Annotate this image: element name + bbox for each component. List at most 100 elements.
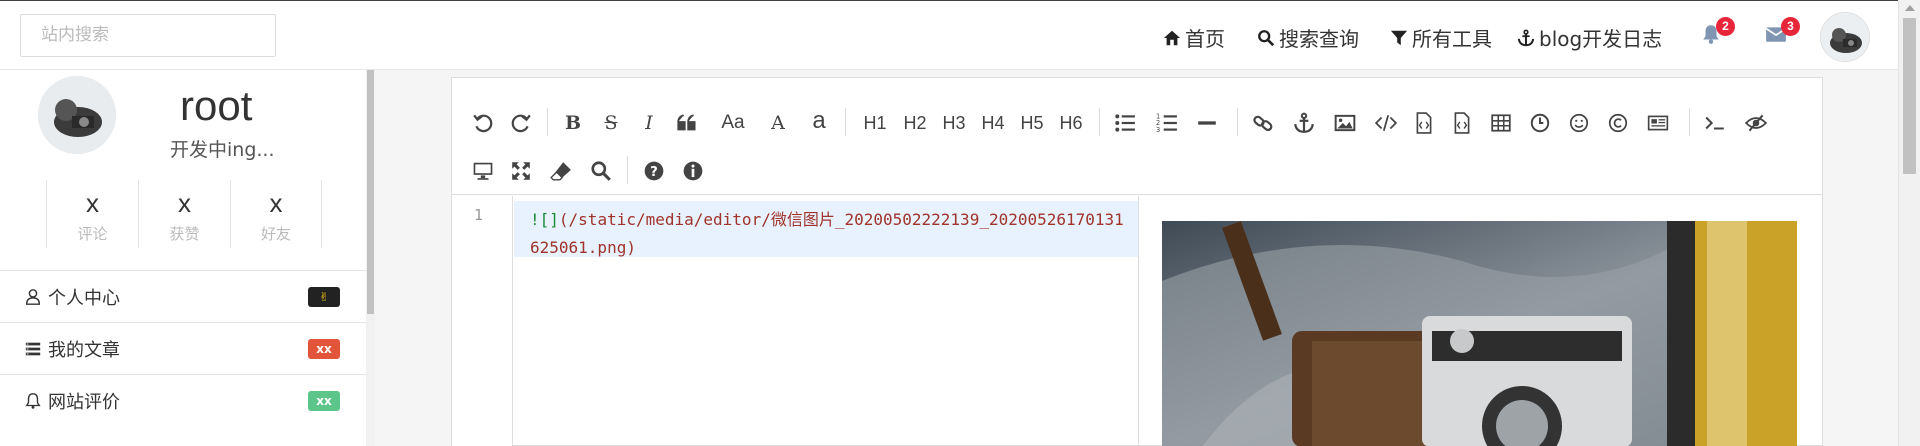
bold-button[interactable]: B bbox=[560, 108, 586, 138]
menu-badge: xx bbox=[308, 339, 340, 359]
toolbar-divider bbox=[1689, 108, 1690, 136]
html-entities-button[interactable] bbox=[1605, 108, 1631, 138]
menu-badge: ✌ bbox=[308, 287, 340, 307]
h4-button[interactable]: H4 bbox=[978, 108, 1008, 138]
profile-motto: 开发中ing... bbox=[170, 139, 275, 161]
h2-label: H2 bbox=[903, 112, 927, 133]
profile-avatar[interactable] bbox=[38, 76, 116, 154]
messages-button[interactable]: 3 bbox=[1765, 17, 1800, 49]
strikethrough-button[interactable]: S bbox=[598, 108, 624, 138]
watch-toggle-button[interactable] bbox=[1743, 108, 1769, 138]
link-button[interactable] bbox=[1250, 108, 1276, 138]
stat-comments-value: x bbox=[86, 188, 99, 218]
undo-icon bbox=[473, 114, 493, 133]
expand-icon bbox=[512, 162, 530, 180]
quote-button[interactable] bbox=[674, 108, 700, 138]
h5-button[interactable]: H5 bbox=[1017, 108, 1047, 138]
sidebar-item-personal-center[interactable]: 个人中心 ✌ bbox=[0, 270, 366, 322]
site-search-input[interactable]: 站内搜索 bbox=[20, 14, 276, 57]
stat-comments-label: 评论 bbox=[77, 225, 108, 243]
nav-search-link[interactable]: 搜索查询 bbox=[1257, 23, 1359, 52]
sidebar-menu: 个人中心 ✌ 我的文章 xx 网站评价 xx bbox=[0, 270, 366, 426]
toolbar-divider bbox=[1099, 108, 1100, 136]
image-markup-path: (/static/media/editor/微信图片_2020050222213… bbox=[530, 210, 1124, 257]
toolbar-divider bbox=[845, 108, 846, 136]
markdown-source-text[interactable]: ![](/static/media/editor/微信图片_2020050222… bbox=[530, 206, 1130, 262]
bold-icon: B bbox=[564, 112, 582, 134]
preformatted-code-button[interactable] bbox=[1413, 108, 1435, 138]
nav-tools-label: 所有工具 bbox=[1412, 27, 1492, 51]
strikethrough-icon: S bbox=[604, 112, 618, 134]
stat-likes[interactable]: x 获赞 bbox=[138, 180, 230, 248]
info-button[interactable] bbox=[680, 156, 706, 186]
emoji-button[interactable] bbox=[1566, 108, 1592, 138]
preview-button[interactable] bbox=[470, 156, 496, 186]
anchor-button[interactable] bbox=[1291, 108, 1317, 138]
uppercase-button[interactable]: Aa bbox=[716, 108, 750, 138]
list-ul-icon bbox=[1115, 114, 1135, 132]
font-smaller-button[interactable]: a bbox=[808, 106, 830, 136]
code-block-button[interactable] bbox=[1451, 108, 1473, 138]
profile-username: root bbox=[180, 82, 253, 129]
eraser-icon bbox=[550, 162, 571, 181]
unordered-list-button[interactable] bbox=[1112, 108, 1138, 138]
stat-comments[interactable]: x 评论 bbox=[46, 180, 138, 248]
fullscreen-button[interactable] bbox=[508, 156, 534, 186]
nav-search-label: 搜索查询 bbox=[1279, 27, 1359, 51]
nav-home-label: 首页 bbox=[1185, 27, 1225, 51]
help-button[interactable]: ? bbox=[641, 156, 667, 186]
smile-icon bbox=[1569, 113, 1589, 133]
nav-tools-link[interactable]: 所有工具 bbox=[1390, 23, 1492, 52]
h3-label: H3 bbox=[942, 112, 966, 133]
eye-slash-icon bbox=[1745, 114, 1767, 132]
sidebar-scroll-thumb[interactable] bbox=[367, 70, 374, 314]
image-markup-prefix: ![] bbox=[530, 210, 559, 229]
scroll-up-arrow-icon[interactable] bbox=[1905, 5, 1915, 11]
svg-text:?: ? bbox=[650, 165, 658, 180]
sidebar-item-label: 网站评价 bbox=[48, 391, 120, 413]
stat-likes-value: x bbox=[178, 188, 191, 218]
table-button[interactable] bbox=[1488, 108, 1514, 138]
horizontal-rule-button[interactable] bbox=[1194, 108, 1220, 138]
undo-button[interactable] bbox=[470, 108, 496, 138]
newspaper-icon bbox=[1647, 115, 1669, 131]
ordered-list-button[interactable]: 123 bbox=[1154, 108, 1180, 138]
nav-devlog-link[interactable]: blog开发日志 bbox=[1517, 23, 1662, 52]
editor-code-line[interactable]: ![](/static/media/editor/微信图片_2020050222… bbox=[514, 201, 1138, 257]
page-scroll-thumb[interactable] bbox=[1903, 18, 1916, 174]
italic-button[interactable]: I bbox=[636, 108, 662, 138]
sidebar-scrollbar[interactable] bbox=[366, 70, 375, 446]
h3-button[interactable]: H3 bbox=[939, 108, 969, 138]
nav-home-link[interactable]: 首页 bbox=[1163, 23, 1225, 52]
user-icon bbox=[25, 288, 41, 305]
datetime-button[interactable] bbox=[1527, 108, 1553, 138]
redo-button[interactable] bbox=[508, 108, 534, 138]
h4-label: H4 bbox=[981, 112, 1005, 133]
file-code-o-icon bbox=[1454, 112, 1470, 134]
font-larger-button[interactable]: A bbox=[767, 108, 789, 138]
desktop-icon bbox=[473, 162, 493, 180]
search-replace-button[interactable] bbox=[588, 156, 614, 186]
sidebar-item-site-review[interactable]: 网站评价 xx bbox=[0, 374, 366, 426]
page-scrollbar[interactable] bbox=[1898, 0, 1920, 446]
image-button[interactable] bbox=[1332, 108, 1358, 138]
user-avatar[interactable] bbox=[1820, 12, 1870, 62]
h6-button[interactable]: H6 bbox=[1056, 108, 1086, 138]
stat-friends[interactable]: x 好友 bbox=[230, 180, 322, 248]
notifications-button[interactable]: 2 bbox=[1700, 17, 1735, 49]
question-circle-icon: ? bbox=[644, 161, 664, 181]
clear-button[interactable] bbox=[548, 156, 574, 186]
sidebar-item-my-articles[interactable]: 我的文章 xx bbox=[0, 322, 366, 374]
inline-code-button[interactable] bbox=[1373, 108, 1399, 138]
goto-line-button[interactable] bbox=[1702, 108, 1728, 138]
list-ol-icon: 123 bbox=[1156, 113, 1177, 134]
notification-count-badge: 2 bbox=[1716, 17, 1735, 36]
h2-button[interactable]: H2 bbox=[900, 108, 930, 138]
toolbar-divider bbox=[1237, 108, 1238, 136]
redo-icon bbox=[511, 114, 531, 133]
anchor-icon bbox=[1294, 112, 1314, 133]
pagebreak-button[interactable] bbox=[1644, 108, 1672, 138]
list-icon bbox=[25, 342, 41, 355]
file-code-icon bbox=[1416, 112, 1432, 134]
h1-button[interactable]: H1 bbox=[860, 108, 890, 138]
